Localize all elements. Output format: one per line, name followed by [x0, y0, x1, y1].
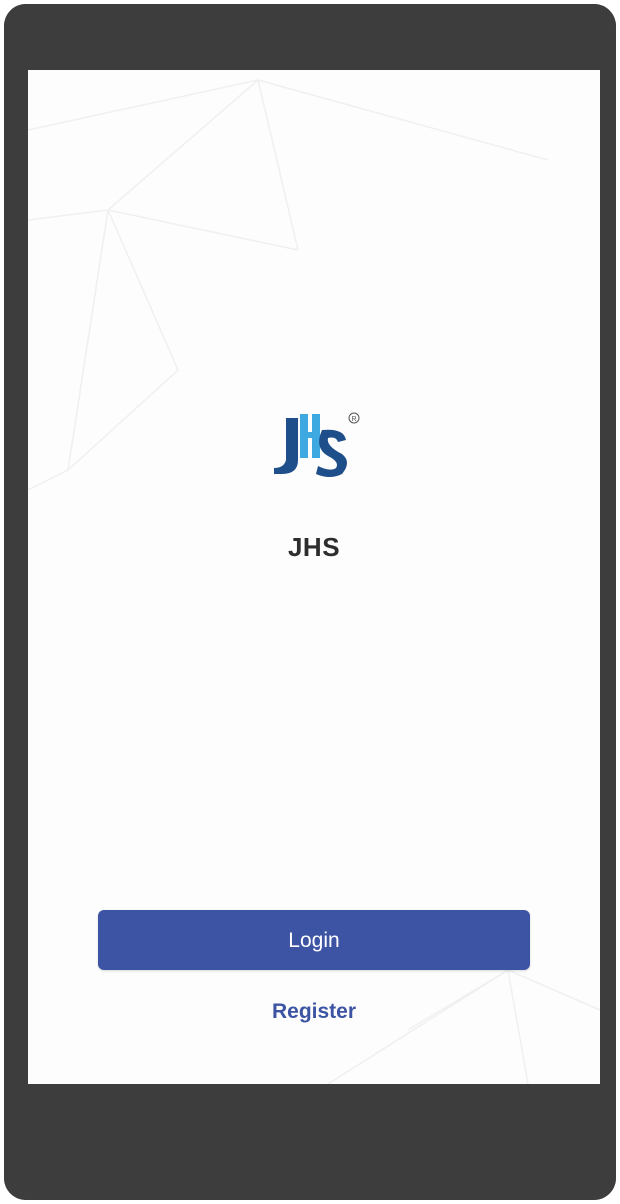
register-link[interactable]: Register: [28, 1000, 600, 1024]
device-top-bezel: [4, 4, 616, 70]
app-title: JHS: [287, 532, 341, 562]
device-frame: R JHS Login Register: [4, 4, 616, 1200]
jhs-logo-icon: R: [274, 412, 360, 477]
svg-text:R: R: [351, 416, 356, 423]
device-bottom-bezel: [4, 1084, 616, 1200]
app-screen: R JHS Login Register: [28, 70, 600, 1084]
login-button[interactable]: Login: [98, 910, 530, 970]
